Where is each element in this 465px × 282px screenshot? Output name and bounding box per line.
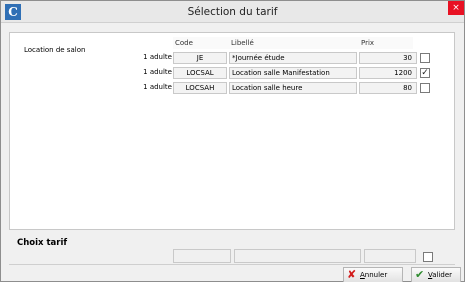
choix-prix-field[interactable] [364,249,416,263]
row-checkbox[interactable] [420,53,430,63]
tariff-list-panel: Location de salon Code Libellé Prix 1 ad… [9,32,455,230]
row-code[interactable]: JE [173,52,227,64]
cancel-label: nnuler [364,271,388,279]
close-icon[interactable]: × [448,1,464,15]
row-quantity: 1 adulte [143,83,172,91]
title-bar: C Sélection du tarif × [1,1,464,23]
row-checkbox[interactable]: ✓ [420,68,430,78]
row-prix[interactable]: 80 [359,82,417,94]
row-libelle[interactable]: *Journée étude [229,52,357,64]
section-label: Location de salon [24,46,86,54]
row-quantity: 1 adulte [143,68,172,76]
choix-code-field[interactable] [173,249,231,263]
row-libelle[interactable]: Location salle Manifestation [229,67,357,79]
cross-icon: ✘ [347,268,357,281]
validate-button[interactable]: ✔ Valider [411,267,461,282]
window-title: Sélection du tarif [187,6,278,18]
choix-checkbox[interactable] [423,252,433,262]
validate-label: alider [432,271,453,279]
row-prix[interactable]: 1200 [359,67,417,79]
table-header-row [173,37,413,49]
row-code[interactable]: LOCSAH [173,82,227,94]
tariff-selection-dialog: C Sélection du tarif × Location de salon… [0,0,465,282]
checkmark-icon: ✔ [415,268,425,281]
header-libelle: Libellé [231,39,254,47]
choix-tarif-label: Choix tarif [17,238,68,248]
header-prix: Prix [361,39,375,47]
header-code: Code [175,39,193,47]
footer-divider [9,264,455,265]
row-checkbox[interactable] [420,83,430,93]
cancel-button[interactable]: ✘ Annuler [343,267,403,282]
row-quantity: 1 adulte [143,53,172,61]
row-code[interactable]: LOCSAL [173,67,227,79]
row-prix[interactable]: 30 [359,52,417,64]
choix-libelle-field[interactable] [234,249,361,263]
row-libelle[interactable]: Location salle heure [229,82,357,94]
